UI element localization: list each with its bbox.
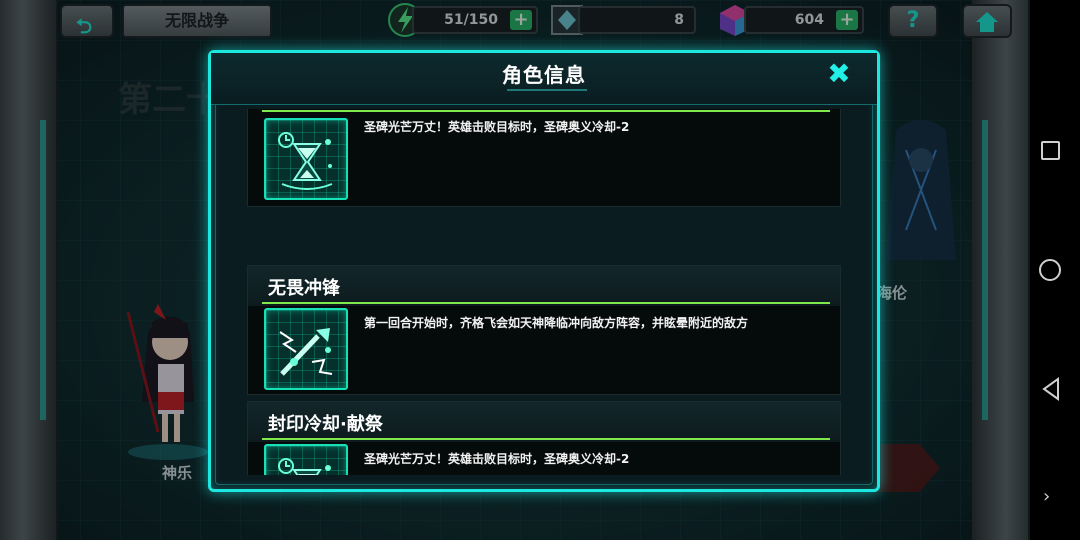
title-underline <box>507 89 587 91</box>
dialog-title: 角色信息 <box>502 63 586 87</box>
skill-list[interactable]: 圣碑光芒万丈！英雄击败目标时，圣碑奥义冷却-2 无畏冲锋 第一回合开始时，齐格飞… <box>247 109 847 475</box>
skill-divider <box>262 110 830 112</box>
skill-card: 圣碑光芒万丈！英雄击败目标时，圣碑奥义冷却-2 <box>247 109 841 207</box>
dialog-header: 角色信息 ✖ <box>211 53 877 105</box>
character-info-dialog: 角色信息 ✖ 圣碑光芒万丈！英雄击败目标时，圣碑奥义冷却-2 无畏冲锋 第一回合… <box>208 50 880 492</box>
close-button[interactable]: ✖ <box>823 59 855 91</box>
skill-header: 无畏冲锋 <box>248 266 840 306</box>
circle-home-icon[interactable] <box>1039 259 1061 281</box>
skill-description: 圣碑光芒万丈！英雄击败目标时，圣碑奥义冷却-2 <box>364 452 630 466</box>
square-recents-icon[interactable] <box>1041 141 1060 160</box>
skill-name: 无畏冲锋 <box>268 278 340 299</box>
skill-name: 封印冷却·献祭 <box>268 414 383 435</box>
chevron-right-icon[interactable]: › <box>1043 486 1050 507</box>
skill-description: 圣碑光芒万丈！英雄击败目标时，圣碑奥义冷却-2 <box>364 120 630 134</box>
hourglass-icon <box>264 118 348 200</box>
skill-divider <box>262 302 830 304</box>
skill-divider <box>262 438 830 440</box>
skill-card: 封印冷却·献祭 圣碑光芒万丈！英雄击败目标时，圣碑奥义冷却-2 <box>247 401 841 475</box>
skill-card: 无畏冲锋 第一回合开始时，齐格飞会如天神降临冲向敌方阵容，并眩晕附近的敌方 <box>247 265 841 395</box>
triangle-back-icon[interactable] <box>1040 376 1062 402</box>
charge-strike-icon <box>264 308 348 390</box>
skill-description: 第一回合开始时，齐格飞会如天神降临冲向敌方阵容，并眩晕附近的敌方 <box>364 316 749 330</box>
hourglass-icon <box>264 444 348 475</box>
skill-header: 封印冷却·献祭 <box>248 402 840 442</box>
